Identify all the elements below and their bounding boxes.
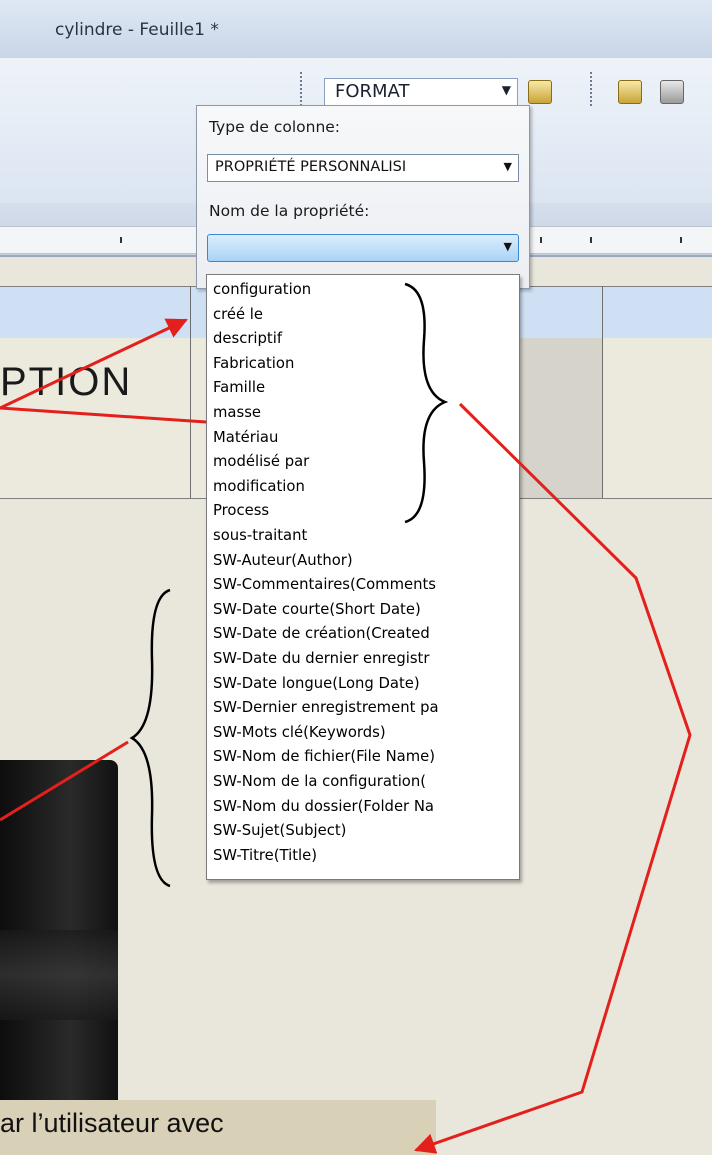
property-list-item[interactable]: SW-Date de création(Created	[213, 624, 430, 644]
table-cell[interactable]	[518, 338, 602, 498]
property-name-select[interactable]: ▼	[207, 234, 519, 262]
property-list-item[interactable]: SW-Date du dernier enregistr	[213, 649, 429, 669]
property-list-item[interactable]: modélisé par	[213, 452, 309, 472]
property-list-item[interactable]: créé le	[213, 305, 263, 325]
window-titlebar: cylindre - Feuille1 *	[0, 0, 712, 59]
table-header-text: PTION	[0, 360, 133, 404]
window-title: cylindre - Feuille1 *	[55, 20, 219, 40]
property-list-item[interactable]: SW-Date longue(Long Date)	[213, 674, 420, 694]
property-list-item[interactable]: masse	[213, 403, 261, 423]
brace-left	[129, 588, 171, 888]
tb-paint-icon[interactable]	[660, 80, 684, 104]
dropdown-arrow-icon: ▼	[501, 83, 511, 97]
model-part-highlight	[0, 930, 118, 1020]
property-list-item[interactable]: Process	[213, 501, 269, 521]
property-list-item[interactable]: descriptif	[213, 329, 282, 349]
tb-box-icon[interactable]	[618, 80, 642, 104]
tb-box-icon[interactable]	[528, 80, 552, 104]
property-list-item[interactable]: Fabrication	[213, 354, 294, 374]
property-list-item[interactable]: SW-Nom de fichier(File Name)	[213, 747, 435, 767]
format-combo-value: FORMAT	[335, 81, 410, 102]
column-divider[interactable]	[602, 286, 603, 498]
property-list-item[interactable]: Matériau	[213, 428, 278, 448]
property-list-item[interactable]: SW-Dernier enregistrement pa	[213, 698, 439, 718]
property-list-item[interactable]: SW-Auteur(Author)	[213, 551, 353, 571]
property-name-label: Nom de la propriété:	[209, 202, 370, 220]
dropdown-arrow-icon: ▼	[503, 240, 512, 253]
property-list-item[interactable]: SW-Date courte(Short Date)	[213, 600, 421, 620]
column-divider[interactable]	[190, 286, 191, 498]
column-type-select[interactable]: PROPRIÉTÉ PERSONNALISI ▼	[207, 154, 519, 182]
column-type-label: Type de colonne:	[209, 118, 341, 136]
toolbar-grip-2[interactable]	[590, 72, 598, 106]
property-list-item[interactable]: SW-Commentaires(Comments	[213, 575, 436, 595]
property-list-item[interactable]: SW-Sujet(Subject)	[213, 821, 346, 841]
property-list-item[interactable]: SW-Nom du dossier(Folder Na	[213, 797, 434, 817]
property-list-item[interactable]: SW-Nom de la configuration(	[213, 772, 426, 792]
property-list-item[interactable]: Famille	[213, 378, 265, 398]
column-type-value: PROPRIÉTÉ PERSONNALISI	[215, 159, 407, 175]
dropdown-arrow-icon: ▼	[503, 160, 512, 173]
format-combo[interactable]: FORMAT ▼	[324, 78, 518, 106]
property-list-item[interactable]: SW-Mots clé(Keywords)	[213, 723, 386, 743]
property-list-item[interactable]: sous-traitant	[213, 526, 307, 546]
property-list-item[interactable]: modification	[213, 477, 305, 497]
caption-text: ar l’utilisateur avec	[0, 1108, 224, 1138]
toolbar-grip[interactable]	[300, 72, 308, 106]
caption-box: ar l’utilisateur avec	[0, 1100, 436, 1155]
property-list-item[interactable]: SW-Titre(Title)	[213, 846, 317, 866]
property-dropdown-list[interactable]: configuration créé le descriptif Fabricatio…	[206, 274, 520, 880]
property-list-item[interactable]: configuration	[213, 280, 311, 300]
column-property-panel: Type de colonne: PROPRIÉTÉ PERSONNALISI …	[196, 105, 530, 289]
